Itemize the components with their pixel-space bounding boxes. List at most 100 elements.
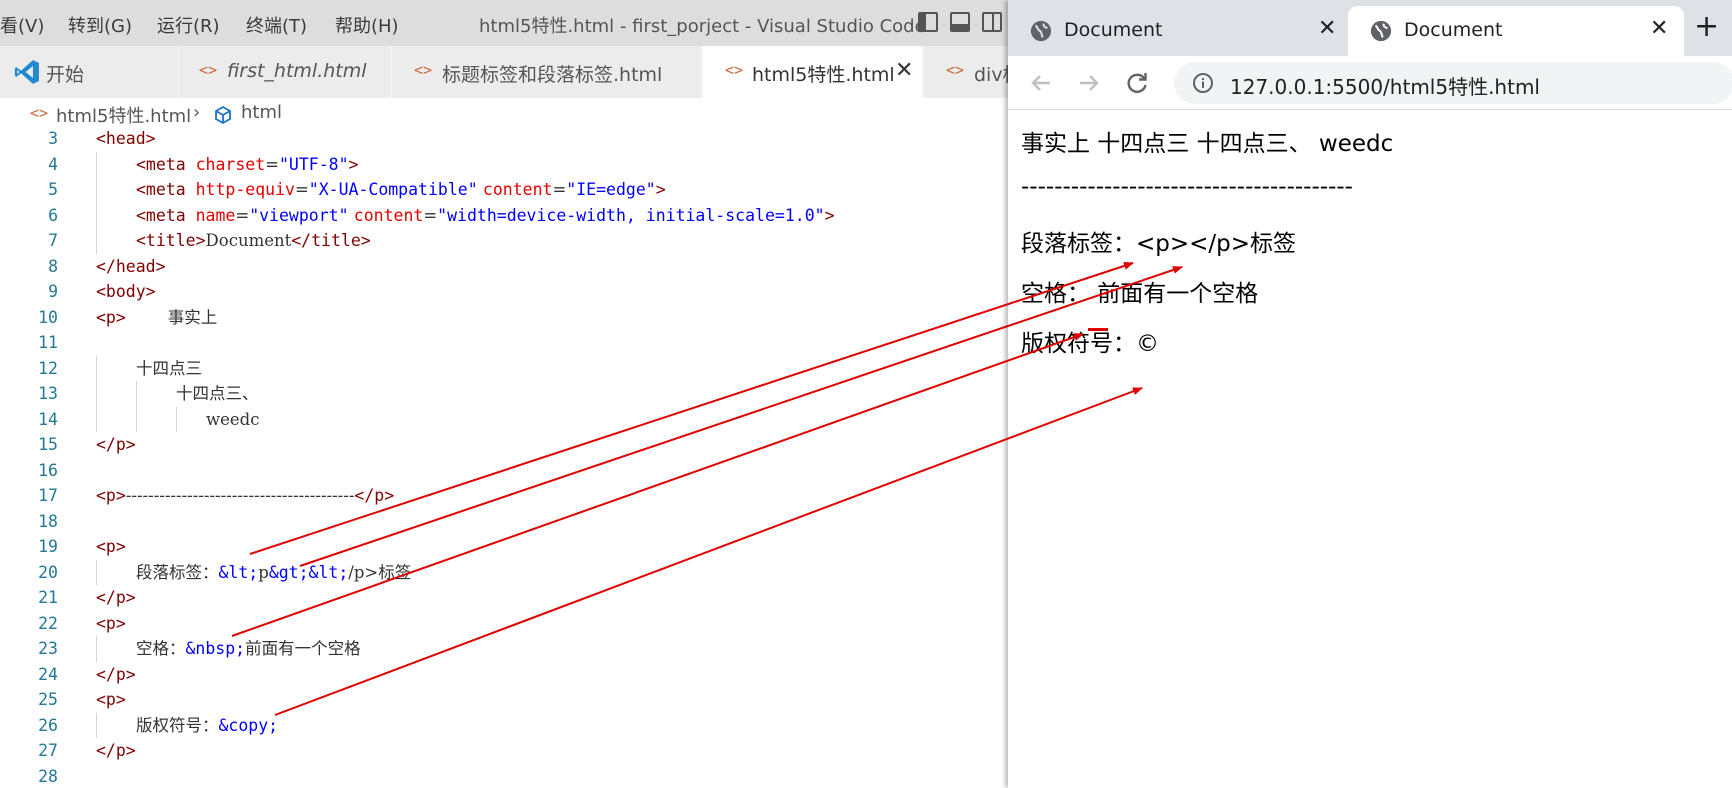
line-code: </p> [96, 662, 136, 688]
page-paragraph-3: 段落标签：<p></p>标签 [1021, 231, 1297, 257]
forward-arrow-icon[interactable] [1074, 68, 1104, 98]
line-number: 18 [38, 511, 58, 531]
tab-headings-paragraphs[interactable]: <> 标题标签和段落标签.html [392, 46, 702, 98]
code-line[interactable]: 16 [0, 458, 1010, 484]
tab-welcome[interactable]: 开始 [0, 46, 178, 98]
close-tab-icon[interactable]: ✕ [895, 58, 913, 83]
line-number: 17 [38, 486, 58, 505]
code-line[interactable]: 8 </head> [0, 254, 1010, 280]
tab-first-html[interactable]: <> first_html.html [179, 46, 391, 98]
code-line[interactable]: 27 </p> [0, 738, 1010, 764]
code-token: <p> [96, 307, 126, 327]
line-number: 21 [38, 588, 58, 607]
code-line[interactable]: 4 <meta charset="UTF-8"> [0, 152, 1010, 178]
code-line[interactable]: 6 <meta name="viewport" content="width=de… [0, 203, 1010, 229]
code-token: = [235, 205, 250, 225]
menu-goto[interactable]: 转到(G) [68, 12, 132, 38]
line-number: 22 [38, 613, 58, 633]
site-info-icon[interactable] [1192, 72, 1214, 94]
line-code: <p> 事实上 [96, 305, 217, 331]
line-number: 27 [38, 741, 58, 760]
line-number: 8 [48, 256, 58, 276]
code-token: <p> [96, 690, 126, 709]
code-token: "width=device-width, initial-scale=1.0" [437, 205, 825, 225]
code-token: "IE=edge" [566, 180, 656, 199]
code-line[interactable]: 12 十四点三 [0, 356, 1010, 382]
code-line[interactable]: 25 <p> [0, 687, 1010, 713]
browser-tab-2[interactable]: Document ✕ [1348, 6, 1684, 56]
code-token: <p> [96, 537, 126, 556]
code-line[interactable]: 5 <meta http-equiv="X-UA-Compatible" cont… [0, 177, 1010, 203]
code-line[interactable]: 9 <body> [0, 279, 1010, 305]
page-paragraph-1: 事实上 十四点三 十四点三、 weedc [1021, 131, 1394, 157]
toggle-secondary-sidebar-icon[interactable] [982, 12, 1002, 32]
tab-label: div标 [974, 64, 1009, 86]
code-token: <head> [96, 129, 156, 148]
toggle-sidebar-icon[interactable] [918, 12, 938, 32]
code-line[interactable]: 11 [0, 330, 1010, 356]
code-token: </p> [96, 588, 136, 607]
line-code: 段落标签：&lt;p&gt;&lt;/p>标签 [136, 560, 411, 586]
code-line[interactable]: 18 [0, 509, 1010, 535]
menu-help[interactable]: 帮助(H) [335, 12, 399, 38]
toggle-panel-icon[interactable] [950, 12, 970, 32]
close-tab-icon[interactable]: ✕ [1650, 16, 1668, 41]
code-token: <p> [96, 613, 126, 633]
browser-tab-1[interactable]: Document ✕ [1008, 6, 1348, 56]
code-token: </p> [354, 486, 395, 505]
code-line[interactable]: 14 weedc [0, 407, 1010, 433]
close-tab-icon[interactable]: ✕ [1318, 16, 1336, 41]
indent-guide [96, 559, 97, 585]
code-token: <p> [96, 486, 126, 505]
code-line[interactable]: 15 </p> [0, 432, 1010, 458]
code-token: > [348, 154, 359, 174]
menu-terminal[interactable]: 终端(T) [246, 12, 307, 38]
code-line[interactable]: 26 版权符号：&copy; [0, 713, 1010, 739]
page-paragraph-4: 空格： 前面有一个空格 [1021, 281, 1259, 307]
nbsp-highlight-mark [1088, 328, 1108, 331]
tab-label: 开始 [46, 64, 85, 86]
code-editor[interactable]: 3 <head> 4 <meta charset="UTF-8"> 5 <meta htt… [0, 126, 1010, 788]
code-line[interactable]: 20 段落标签：&lt;p&gt;&lt;/p>标签 [0, 560, 1010, 586]
tab-html5-features[interactable]: <> html5特性.html ✕ [703, 46, 923, 98]
code-line[interactable]: 24 </p> [0, 662, 1010, 688]
url-text[interactable]: 127.0.0.1:5500/html5特性.html [1230, 71, 1540, 100]
breadcrumb-symbol[interactable]: html [241, 102, 282, 123]
code-token: p [258, 562, 269, 582]
code-line[interactable]: 23 空格：&nbsp;前面有一个空格 [0, 636, 1010, 662]
code-token: 十四点三 [136, 358, 202, 378]
code-line[interactable]: 22 <p> [0, 611, 1010, 637]
back-arrow-icon[interactable] [1026, 68, 1056, 98]
tab-label: first_html.html [227, 60, 367, 82]
line-number: 9 [48, 282, 58, 301]
code-token: > [824, 205, 835, 225]
browser-tab-title: Document [1404, 19, 1503, 41]
code-line[interactable]: 28 [0, 764, 1010, 788]
line-number: 10 [38, 307, 58, 327]
code-token: 版权符号： [136, 715, 219, 735]
code-line[interactable]: 7 <title>Document</title> [0, 228, 1010, 254]
code-line[interactable]: 10 <p> 事实上 [0, 305, 1010, 331]
code-line[interactable]: 19 <p> [0, 534, 1010, 560]
globe-icon [1370, 20, 1392, 42]
new-tab-button[interactable]: + [1694, 12, 1719, 42]
menu-view[interactable]: 看(V) [0, 12, 44, 38]
code-token: </p> [96, 664, 136, 684]
code-line[interactable]: 21 </p> [0, 585, 1010, 611]
code-line[interactable]: 3 <head> [0, 126, 1010, 152]
line-code: </p> [96, 432, 136, 458]
tab-div[interactable]: <> div标 [924, 46, 1010, 98]
line-code: <meta charset="UTF-8"> [136, 152, 358, 178]
address-bar[interactable]: 127.0.0.1:5500/html5特性.html [1174, 62, 1732, 104]
globe-icon [1030, 20, 1052, 42]
indent-guide [176, 406, 177, 432]
line-number: 11 [38, 333, 58, 352]
code-token: http-equiv [195, 180, 295, 199]
reload-icon[interactable] [1122, 68, 1152, 98]
code-line[interactable]: 17 <p>-----------------------------------… [0, 483, 1010, 509]
breadcrumb-file[interactable]: html5特性.html [56, 102, 191, 128]
code-token: = [265, 154, 279, 174]
code-line[interactable]: 13 十四点三、 [0, 381, 1010, 407]
menu-run[interactable]: 运行(R) [157, 12, 220, 38]
line-number: 23 [38, 639, 58, 658]
